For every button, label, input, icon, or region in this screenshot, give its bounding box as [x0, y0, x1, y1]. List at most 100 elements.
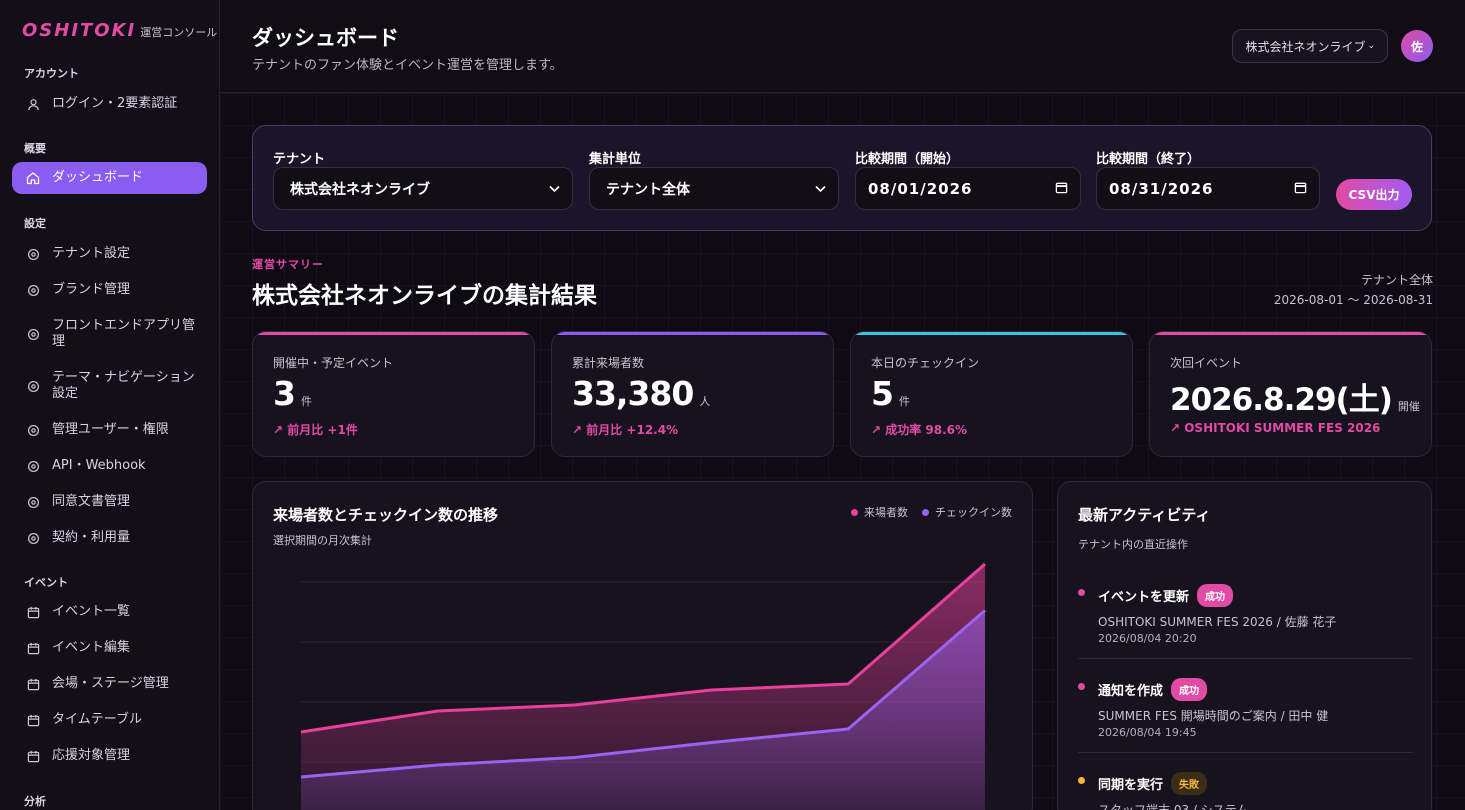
status-badge: 成功: [1171, 678, 1208, 701]
chart-subtitle: 選択期間の月次集計: [273, 534, 372, 547]
sidebar-item-label: テナント設定: [52, 246, 131, 261]
tenant-select[interactable]: 株式会社ネオンライブ: [273, 167, 573, 210]
unit-select-value: テナント全体: [606, 181, 690, 198]
sidebar-item-label: フロントエンドアプリ管理: [52, 318, 196, 349]
activity-name: イベントを更新: [1098, 590, 1190, 605]
sidebar-item-consent-docs[interactable]: 同意文書管理: [12, 493, 207, 511]
sidebar-item-event-edit[interactable]: イベント編集: [12, 639, 207, 657]
kpi-accent-bar: [1150, 332, 1431, 335]
kpi-unit: 人: [699, 395, 711, 408]
sidebar-item-label: 応援対象管理: [52, 748, 131, 763]
brand-subtitle: 運営コンソール: [140, 26, 218, 39]
sidebar-item-tenant-settings[interactable]: テナント設定: [12, 245, 207, 263]
divider: [1078, 658, 1413, 659]
chevron-down-icon: ⌄: [1367, 41, 1375, 51]
kpi-value: 3 件: [273, 374, 312, 413]
activity-name: 同期を実行: [1098, 778, 1164, 793]
kpi-delta: ↗ OSHITOKI SUMMER FES 2026: [1170, 421, 1381, 435]
kpi-value: 5 件: [871, 374, 910, 413]
activity-time: 2026/08/04 19:45: [1098, 726, 1197, 739]
start-date-input[interactable]: 08/01/2026: [855, 167, 1081, 210]
legend-label: 来場者数: [864, 506, 908, 519]
sidebar-item-contract-usage[interactable]: 契約・利用量: [12, 529, 207, 547]
sidebar-item-admin-users[interactable]: 管理ユーザー・権限: [12, 421, 207, 439]
gear-icon: [26, 495, 40, 509]
sidebar-item-label: ブランド管理: [52, 282, 131, 297]
sidebar-item-timetable[interactable]: タイムテーブル: [12, 711, 207, 729]
calendar-icon: [1055, 180, 1068, 198]
page-header: ダッシュボード テナントのファン体験とイベント運営を管理します。 株式会社ネオン…: [220, 0, 1465, 93]
end-date-input[interactable]: 08/31/2026: [1096, 167, 1320, 210]
kpi-accent-bar: [851, 332, 1132, 335]
sidebar-item-label: API・Webhook: [52, 458, 146, 473]
activity-item[interactable]: 同期を実行 失敗 スタッフ端末 03 / システム: [1078, 772, 1413, 810]
activity-head: イベントを更新 成功: [1098, 584, 1234, 607]
summary-range: 2026-08-01 〜 2026-08-31: [1273, 293, 1433, 307]
calendar-icon: [26, 605, 40, 619]
nav-section-settings: 設定: [24, 217, 46, 230]
status-badge: 成功: [1197, 584, 1234, 607]
kpi-accent-bar: [253, 332, 534, 335]
summary-eyebrow: 運営サマリー: [252, 258, 324, 271]
kpi-label: 累計来場者数: [572, 356, 645, 370]
chevron-down-icon: [815, 181, 826, 197]
sidebar-item-label: イベント編集: [52, 640, 131, 655]
kpi-delta: ↗ 成功率 98.6%: [871, 423, 968, 437]
page-subtitle: テナントのファン体験とイベント運営を管理します。: [252, 58, 563, 73]
unit-select[interactable]: テナント全体: [589, 167, 839, 210]
kpi-number: 5: [871, 374, 894, 413]
sidebar-item-frontend-apps[interactable]: フロントエンドアプリ管理: [12, 317, 207, 351]
calendar-icon: [26, 641, 40, 655]
activity-detail: OSHITOKI SUMMER FES 2026 / 佐藤 花子: [1098, 615, 1337, 629]
sidebar: OSHITOKI 運営コンソール アカウント ログイン・2要素認証 概要 ダッシ…: [0, 0, 220, 810]
activity-item[interactable]: 通知を作成 成功 SUMMER FES 開場時間のご案内 / 田中 健 2026…: [1078, 678, 1413, 739]
sidebar-item-label: イベント一覧: [52, 604, 131, 619]
kpi-unit: 開催: [1397, 400, 1420, 413]
activity-item[interactable]: イベントを更新 成功 OSHITOKI SUMMER FES 2026 / 佐藤…: [1078, 584, 1413, 645]
calendar-icon: [26, 677, 40, 691]
kpi-label: 次回イベント: [1170, 356, 1243, 370]
status-dot: [1078, 683, 1085, 690]
nav-section-account: アカウント: [24, 67, 79, 80]
sidebar-item-label: 会場・ステージ管理: [52, 676, 169, 691]
sidebar-item-theme-navigation[interactable]: テーマ・ナビゲーション設定: [12, 369, 207, 403]
chart-title: 来場者数とチェックイン数の推移: [273, 506, 499, 524]
kpi-card-visitors: 累計来場者数 33,380 人 ↗ 前月比 +12.4%: [551, 331, 834, 457]
sidebar-item-event-list[interactable]: イベント一覧: [12, 603, 207, 621]
sidebar-item-dashboard[interactable]: ダッシュボード: [12, 162, 207, 194]
sidebar-item-api-webhook[interactable]: API・Webhook: [12, 457, 207, 475]
sidebar-item-support-targets[interactable]: 応援対象管理: [12, 747, 207, 765]
sidebar-item-venues-stages[interactable]: 会場・ステージ管理: [12, 675, 207, 693]
sidebar-item-label: 管理ユーザー・権限: [52, 422, 169, 437]
main-content: テナント 株式会社ネオンライブ 集計単位 テナント全体 比較期間（開始） 08/…: [220, 93, 1465, 810]
end-date-label: 比較期間（終了）: [1096, 152, 1201, 167]
avatar[interactable]: 佐: [1401, 30, 1433, 62]
activity-detail: スタッフ端末 03 / システム: [1098, 803, 1249, 810]
legend-item-visitors: 来場者数: [851, 504, 908, 520]
kpi-value: 33,380 人: [572, 374, 710, 413]
kpi-card-events: 開催中・予定イベント 3 件 ↗ 前月比 +1件: [252, 331, 535, 457]
filter-panel: テナント 株式会社ネオンライブ 集計単位 テナント全体 比較期間（開始） 08/…: [252, 125, 1432, 231]
activity-detail: SUMMER FES 開場時間のご案内 / 田中 健: [1098, 709, 1329, 723]
activity-title: 最新アクティビティ: [1078, 506, 1211, 524]
summary-title: 株式会社ネオンライブの集計結果: [252, 283, 597, 309]
brand: OSHITOKI 運営コンソール: [22, 20, 217, 41]
activity-head: 同期を実行 失敗: [1098, 772, 1208, 795]
kpi-number: 2026.8.29(土): [1170, 382, 1393, 418]
start-date-label: 比較期間（開始）: [855, 152, 960, 167]
sidebar-item-label: ダッシュボード: [52, 170, 144, 185]
tenant-switcher[interactable]: 株式会社ネオンライブ ⌄: [1232, 29, 1388, 63]
gear-icon: [26, 423, 40, 437]
nav-section-overview: 概要: [24, 142, 46, 155]
csv-export-button[interactable]: CSV出力: [1336, 179, 1412, 210]
legend-item-checkins: チェックイン数: [922, 504, 1012, 520]
sidebar-item-brand[interactable]: ブランド管理: [12, 281, 207, 299]
legend-swatch: [851, 508, 858, 516]
activity-time: 2026/08/04 20:20: [1098, 632, 1197, 645]
brand-logo: OSHITOKI: [22, 20, 137, 41]
sidebar-item-login[interactable]: ログイン・2要素認証: [12, 95, 207, 113]
gear-icon: [26, 247, 40, 261]
end-date-value: 08/31/2026: [1109, 179, 1214, 198]
kpi-number: 33,380: [572, 374, 694, 413]
status-dot: [1078, 777, 1085, 784]
